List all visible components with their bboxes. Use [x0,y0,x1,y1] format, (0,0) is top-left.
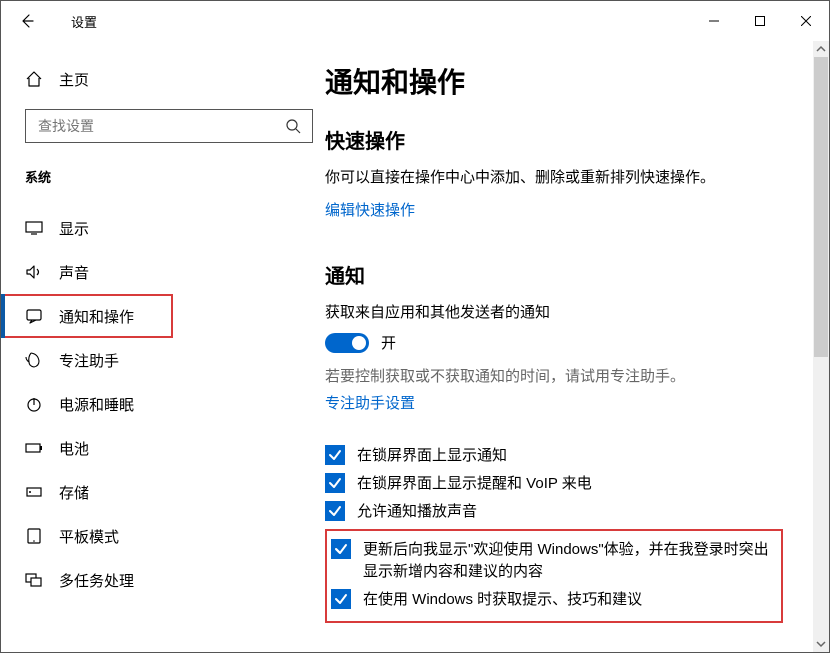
notifications-heading: 通知 [325,260,817,289]
checkbox-row-lockscreen-reminders: 在锁屏界面上显示提醒和 VoIP 来电 [325,473,817,495]
notification-icon [25,307,43,325]
sidebar-item-label: 多任务处理 [59,570,134,591]
minimize-button[interactable] [691,5,737,37]
scroll-up-button[interactable] [813,41,829,57]
sidebar-item-label: 专注助手 [59,350,119,371]
checkbox-row-welcome-experience: 更新后向我显示"欢迎使用 Windows"体验，并在我登录时突出显示新增内容和建… [331,539,777,583]
sidebar-nav-list: 显示 声音 通知和操作 [1,206,321,602]
page-title: 通知和操作 [325,61,817,101]
checkbox-label: 在锁屏界面上显示通知 [357,445,507,467]
home-icon [25,70,43,88]
window-controls [691,5,829,37]
sidebar-item-focus[interactable]: 专注助手 [1,338,321,382]
display-icon [25,219,43,237]
sidebar-group-label: 系统 [25,167,321,186]
content-area: 通知和操作 快速操作 你可以直接在操作中心中添加、删除或重新排列快速操作。 编辑… [321,41,829,652]
checkbox-label: 允许通知播放声音 [357,501,477,523]
checkbox-welcome-experience[interactable] [331,539,351,559]
sidebar-item-label: 电池 [59,438,89,459]
checkbox-label: 在锁屏界面上显示提醒和 VoIP 来电 [357,473,592,495]
close-icon [801,16,811,26]
sidebar-item-label: 电源和睡眠 [59,394,134,415]
sidebar-item-label: 通知和操作 [59,306,134,327]
chevron-down-icon [816,639,826,649]
sidebar-item-multitask[interactable]: 多任务处理 [1,558,321,602]
sidebar-item-storage[interactable]: 存储 [1,470,321,514]
power-icon [25,395,43,413]
maximize-button[interactable] [737,5,783,37]
sidebar-item-label: 声音 [59,262,89,283]
sidebar-item-battery[interactable]: 电池 [1,426,321,470]
sidebar-item-label: 显示 [59,218,89,239]
titlebar: 设置 [1,1,829,41]
quick-actions-heading: 快速操作 [325,125,817,154]
get-notifications-label: 获取来自应用和其他发送者的通知 [325,301,817,322]
sidebar-item-label: 存储 [59,482,89,503]
checkbox-row-notification-sound: 允许通知播放声音 [325,501,817,523]
sidebar-item-power[interactable]: 电源和睡眠 [1,382,321,426]
checkbox-label: 在使用 Windows 时获取提示、技巧和建议 [363,589,642,611]
search-icon [284,117,302,135]
notifications-toggle-state: 开 [381,332,396,353]
checkbox-lockscreen-reminders[interactable] [325,473,345,493]
storage-icon [25,483,43,501]
back-arrow-icon [19,13,35,29]
search-box[interactable] [25,109,313,143]
sound-icon [25,263,43,281]
checkbox-tips[interactable] [331,589,351,609]
settings-window: 设置 主页 [0,0,830,653]
battery-icon [25,439,43,457]
checkbox-row-lockscreen-notifications: 在锁屏界面上显示通知 [325,445,817,467]
maximize-icon [755,16,765,26]
quick-actions-desc: 你可以直接在操作中心中添加、删除或重新排列快速操作。 [325,166,817,187]
chevron-up-icon [816,44,826,54]
checkbox-notification-sound[interactable] [325,501,345,521]
home-label: 主页 [59,69,89,90]
window-title: 设置 [71,12,97,31]
scrollbar-thumb[interactable] [814,57,828,357]
minimize-icon [709,16,719,26]
sidebar-item-display[interactable]: 显示 [1,206,321,250]
multitask-icon [25,571,43,589]
sidebar-item-notifications[interactable]: 通知和操作 [1,294,173,338]
checkbox-row-tips: 在使用 Windows 时获取提示、技巧和建议 [331,589,777,611]
focus-assist-settings-link[interactable]: 专注助手设置 [325,395,415,412]
search-input[interactable] [36,117,284,135]
edit-quick-actions-link[interactable]: 编辑快速操作 [325,202,415,219]
vertical-scrollbar[interactable] [813,41,829,652]
close-button[interactable] [783,5,829,37]
home-button[interactable]: 主页 [25,63,321,95]
sidebar-item-label: 平板模式 [59,526,119,547]
focus-icon [25,351,43,369]
highlighted-checkbox-group: 更新后向我显示"欢迎使用 Windows"体验，并在我登录时突出显示新增内容和建… [325,529,783,623]
scroll-down-button[interactable] [813,636,829,652]
sidebar-item-tablet[interactable]: 平板模式 [1,514,321,558]
checkbox-lockscreen-notifications[interactable] [325,445,345,465]
sidebar-item-sound[interactable]: 声音 [1,250,321,294]
sidebar: 主页 系统 显示 [1,41,321,652]
back-button[interactable] [15,9,39,33]
tablet-icon [25,527,43,545]
focus-hint: 若要控制获取或不获取通知的时间，请试用专注助手。 [325,365,817,386]
notifications-toggle[interactable] [325,333,369,353]
checkbox-label: 更新后向我显示"欢迎使用 Windows"体验，并在我登录时突出显示新增内容和建… [363,539,777,583]
